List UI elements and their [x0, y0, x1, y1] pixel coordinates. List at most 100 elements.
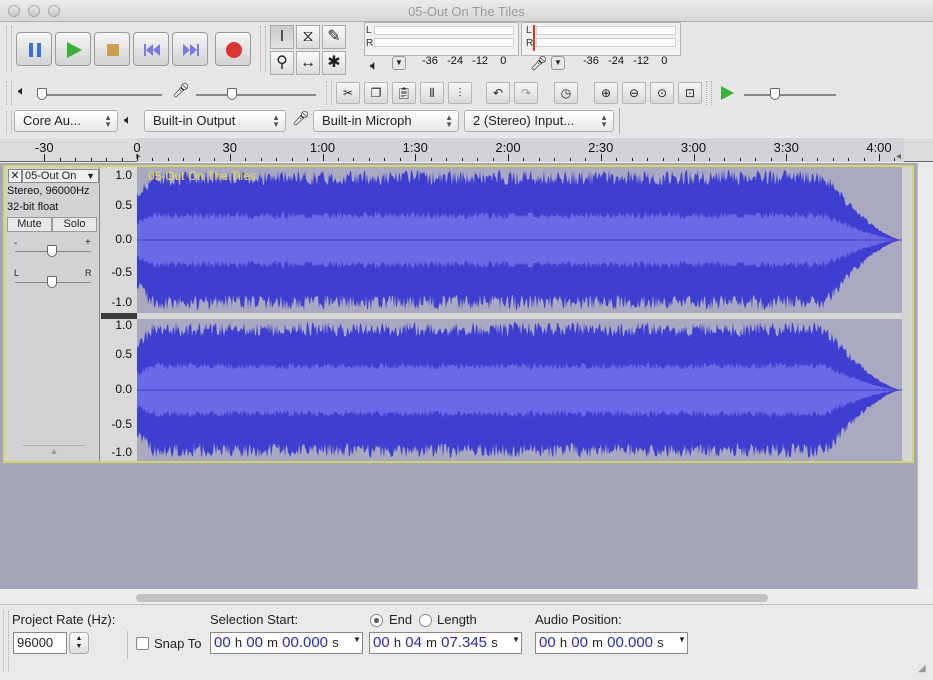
pause-button[interactable] [16, 32, 52, 66]
slider-thumb[interactable] [770, 88, 780, 100]
envelope-tool-button[interactable]: ⧖ [296, 25, 320, 49]
ruler-minor-tick [152, 158, 154, 161]
audio-position-timecode[interactable]: 00 h 00 m 00.000 s [535, 632, 688, 654]
silence-button[interactable]: ⫶ [448, 82, 472, 104]
play-at-speed-button[interactable] [716, 82, 738, 104]
asterisk-icon: ✱ [327, 54, 341, 71]
slider-thumb[interactable] [47, 276, 57, 288]
play-button[interactable] [55, 32, 91, 66]
draw-tool-button[interactable]: ✎ [322, 25, 346, 49]
skip-to-start-button[interactable] [133, 32, 169, 66]
selection-tool-button[interactable]: I [270, 25, 294, 49]
toolbar-grip[interactable] [6, 81, 12, 105]
waveform-left-channel[interactable] [137, 167, 904, 313]
ruler-minor-tick [708, 158, 710, 161]
multi-tool-button[interactable]: ✱ [322, 51, 346, 75]
play-speed-slider[interactable] [744, 94, 836, 96]
zoom-tool-button[interactable]: ⚲ [270, 51, 294, 75]
ruler-minor-tick [384, 158, 386, 161]
project-rate-stepper[interactable]: ▲ ▼ [69, 632, 89, 654]
toolbar-grip[interactable] [6, 111, 12, 133]
slider-thumb[interactable] [47, 245, 57, 257]
meter-left-label: L [366, 25, 372, 36]
meter-bar [536, 26, 676, 35]
fit-selection-button[interactable]: ⊙ [650, 82, 674, 104]
close-track-button[interactable]: ✕ [8, 169, 22, 183]
record-volume-slider[interactable] [196, 94, 316, 96]
timecode-format-menu[interactable]: ▼ [353, 635, 361, 644]
stepper-icon: ▲ ▼ [75, 635, 83, 650]
playback-meter[interactable]: L R [364, 22, 519, 56]
ruler-tick [229, 154, 231, 161]
timecode-format-menu[interactable]: ▼ [512, 635, 520, 644]
play-icon [67, 42, 82, 58]
playback-volume-slider[interactable] [38, 94, 162, 96]
slider-thumb[interactable] [227, 88, 237, 100]
zoom-in-button[interactable]: ⊕ [594, 82, 618, 104]
audio-host-select[interactable]: Core Au... ▲ ▼ [14, 110, 118, 132]
end-radio[interactable] [370, 614, 383, 627]
window-title: 05-Out On The Tiles [408, 4, 525, 19]
ruler-minor-tick [662, 158, 664, 161]
copy-button[interactable]: ❐ [364, 82, 388, 104]
ruler-tick [508, 154, 509, 161]
selection-start-timecode[interactable]: 00 h 00 m 00.000 s [210, 632, 363, 654]
stop-icon [107, 44, 119, 56]
paste-icon: 📋︎ [396, 86, 412, 100]
output-device-select[interactable]: Built-in Output ▲ ▼ [144, 110, 286, 132]
project-rate-input[interactable]: 96000 [13, 632, 67, 654]
vscale-label: 1.0 [115, 168, 132, 182]
gain-plus-label: + [85, 237, 91, 248]
waveform-right-channel[interactable] [137, 319, 904, 461]
fit-project-button[interactable]: ⊡ [678, 82, 702, 104]
undo-button[interactable]: ↶ [486, 82, 510, 104]
ruler-minor-tick [307, 158, 309, 161]
mute-button[interactable]: Mute [7, 217, 52, 232]
toolbar-grip[interactable] [3, 611, 9, 671]
trim-button[interactable]: ⫴ [420, 82, 444, 104]
skip-to-end-button[interactable] [172, 32, 208, 66]
toolbar-grip[interactable] [6, 26, 12, 72]
record-button[interactable] [215, 32, 251, 66]
timeshift-tool-button[interactable]: ↔ [296, 51, 320, 75]
ruler-minor-tick [755, 158, 757, 161]
ruler-minor-tick [291, 158, 293, 161]
ruler-minor-tick [616, 158, 618, 161]
paste-button[interactable]: 📋︎ [392, 82, 416, 104]
snap-to-checkbox[interactable] [136, 637, 149, 650]
vscale-label: 1.0 [115, 318, 132, 332]
length-radio[interactable] [419, 614, 432, 627]
input-device-select[interactable]: Built-in Microph ▲ ▼ [313, 110, 459, 132]
toolbar-grip[interactable] [706, 81, 712, 105]
pause-icon [29, 43, 41, 57]
timecode-format-menu[interactable]: ▼ [678, 635, 686, 644]
pan-left-label: L [14, 268, 20, 278]
input-channels-select[interactable]: 2 (Stereo) Input... ▲ ▼ [464, 110, 614, 132]
record-meter[interactable]: L R [521, 22, 681, 56]
slider-thumb[interactable] [37, 88, 47, 100]
playback-meter-menu[interactable]: ▼ [392, 56, 406, 70]
solo-button[interactable]: Solo [52, 217, 97, 232]
stop-button[interactable] [94, 32, 130, 66]
vscale-label: -1.0 [111, 295, 132, 309]
timeline-ruler[interactable]: ▸ ◂ -30 0 30 1:00 1:30 2:00 2:30 3:00 3:30 4:00 [0, 138, 933, 162]
ruler-minor-tick [894, 158, 896, 161]
selection-end-timecode[interactable]: 00 h 04 m 07.345 s [369, 632, 522, 654]
toolbar-grip[interactable] [326, 81, 332, 105]
resize-grip-icon[interactable]: ◢ [918, 663, 930, 675]
ruler-minor-tick [75, 158, 77, 161]
zoom-out-button[interactable]: ⊖ [622, 82, 646, 104]
sync-lock-button[interactable]: ◷ [554, 82, 578, 104]
magnifier-icon: ⚲ [276, 54, 288, 71]
meter-peak-marker [533, 25, 535, 51]
ruler-minor-tick [739, 158, 741, 161]
cut-button[interactable]: ✂ [336, 82, 360, 104]
horizontal-scrollbar[interactable] [136, 594, 768, 602]
vertical-scrollbar[interactable] [917, 163, 933, 589]
collapse-track-button[interactable]: ▲ [23, 445, 85, 459]
redo-button[interactable]: ↷ [514, 82, 538, 104]
record-meter-menu[interactable]: ▼ [551, 56, 565, 70]
track-name-menu[interactable]: 05-Out On ▼ [22, 169, 99, 183]
toolbar-grip[interactable] [260, 26, 266, 72]
ruler-tick [786, 154, 788, 161]
